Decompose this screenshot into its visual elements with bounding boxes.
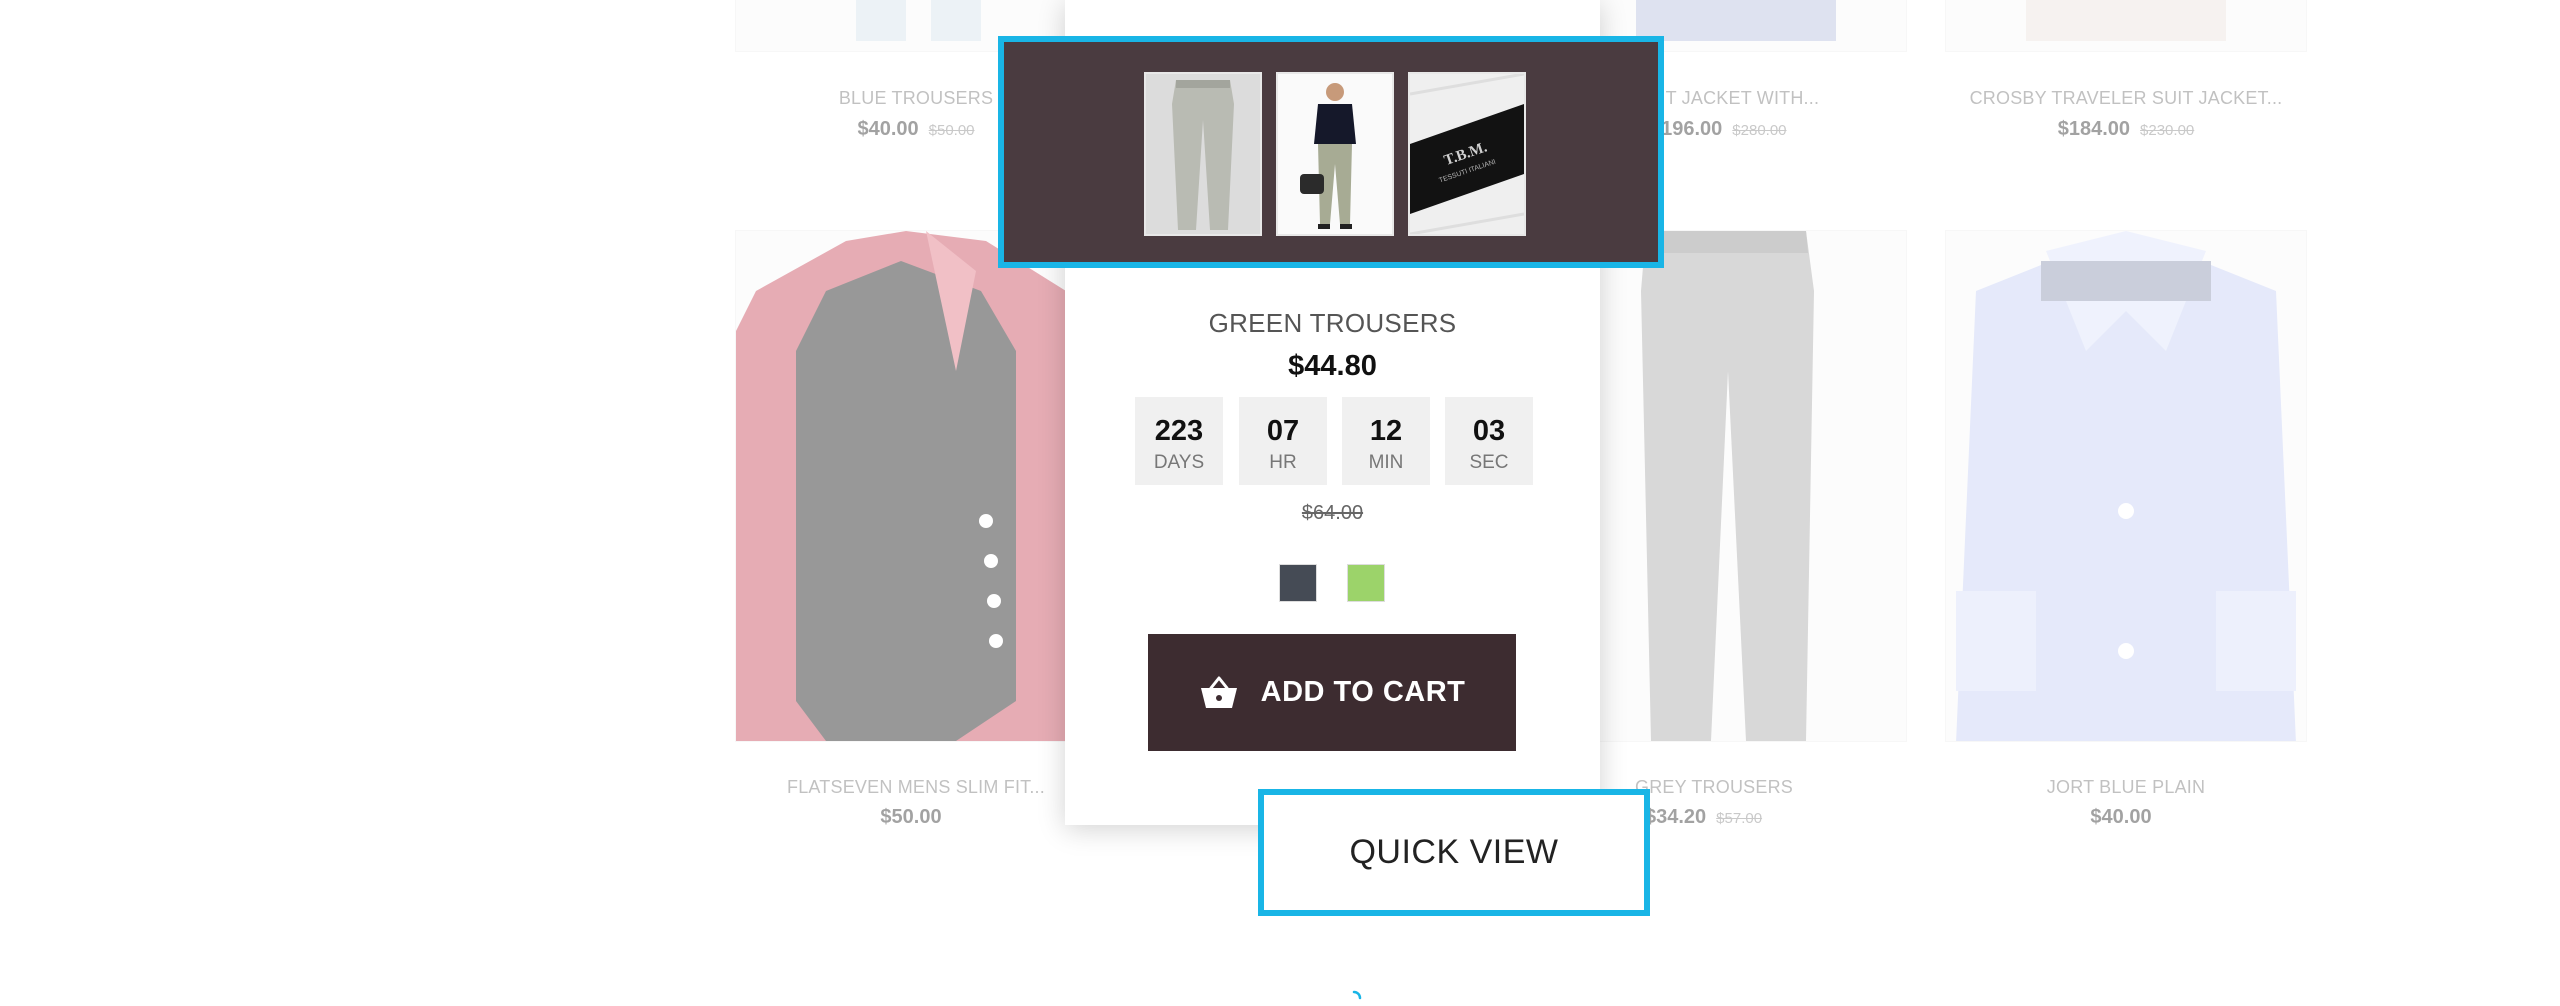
loading-spinner-icon xyxy=(1352,990,1362,1000)
countdown-days-label: DAYS xyxy=(1153,452,1205,473)
blue-shirt-image xyxy=(1956,231,2296,741)
color-swatch-green[interactable] xyxy=(1347,564,1385,602)
countdown-minutes: 12 MIN xyxy=(1342,397,1430,485)
countdown-seconds: 03 SEC xyxy=(1445,397,1533,485)
countdown-hours-value: 07 xyxy=(1266,415,1300,447)
product-image[interactable] xyxy=(735,230,1097,742)
countdown-seconds-value: 03 xyxy=(1472,415,1506,447)
thumbnail-model-walking[interactable] xyxy=(1276,72,1394,236)
quick-view-label: QUICK VIEW xyxy=(1349,833,1559,871)
suit-jacket-image xyxy=(2026,0,2226,41)
countdown-days-value: 223 xyxy=(1154,415,1204,447)
countdown-minutes-label: MIN xyxy=(1368,452,1404,473)
fabric-label-image: T.B.M. TESSUTI ITALIANI xyxy=(1410,74,1524,234)
current-price: $40.00 xyxy=(857,118,919,140)
product-price: $40.00 xyxy=(1945,806,2307,829)
current-price: $40.00 xyxy=(2090,806,2152,828)
vest-image xyxy=(736,231,1096,741)
product-price: $50.00 xyxy=(735,806,1097,829)
grey-trousers-image xyxy=(1641,231,1814,741)
old-price: $64.00 xyxy=(1301,502,1364,524)
countdown-seconds-label: SEC xyxy=(1469,452,1509,473)
product-price: $184.00 $230.00 xyxy=(1945,118,2307,141)
old-price: $230.00 xyxy=(2140,122,2195,139)
countdown-hours-label: HR xyxy=(1269,452,1297,473)
thumbnail-fabric-label[interactable]: T.B.M. TESSUTI ITALIANI xyxy=(1408,72,1526,236)
trousers-front-image xyxy=(1146,74,1260,234)
color-swatch-slate[interactable] xyxy=(1279,564,1317,602)
product-title[interactable]: FLATSEVEN MENS SLIM FIT... xyxy=(735,777,1097,798)
product-title[interactable]: JORT BLUE PLAIN xyxy=(1945,777,2307,798)
current-price: $34.20 xyxy=(1645,806,1707,828)
product-title[interactable]: SUIT JACKET WITH... xyxy=(1635,88,1907,109)
thumbnail-trousers-front[interactable] xyxy=(1144,72,1262,236)
countdown-days: 223 DAYS xyxy=(1135,397,1223,485)
add-to-cart-label: ADD TO CART xyxy=(1260,676,1466,708)
old-price: $50.00 xyxy=(928,122,975,139)
product-title[interactable]: GREEN TROUSERS xyxy=(1065,308,1600,339)
old-price: $57.00 xyxy=(1716,810,1763,827)
current-price: $184.00 xyxy=(2057,118,2131,140)
current-price: $50.00 xyxy=(880,806,942,828)
countdown-hours: 07 HR xyxy=(1239,397,1327,485)
old-price: $280.00 xyxy=(1732,122,1787,139)
basket-icon xyxy=(1200,676,1237,708)
product-thumbnail-gallery: T.B.M. TESSUTI ITALIANI xyxy=(998,36,1664,268)
countdown-minutes-value: 12 xyxy=(1369,415,1403,447)
quick-view-button[interactable]: QUICK VIEW xyxy=(1258,789,1650,916)
add-to-cart-button[interactable]: ADD TO CART xyxy=(1148,634,1516,751)
product-price: $44.80 xyxy=(1288,350,1377,382)
product-price: $196.00 $280.00 xyxy=(1650,118,1907,141)
product-image[interactable] xyxy=(1945,230,2307,742)
product-image[interactable] xyxy=(1945,0,2307,52)
product-title[interactable]: CROSBY TRAVELER SUIT JACKET... xyxy=(1945,88,2307,109)
product-price: $34.20 $57.00 xyxy=(1645,806,1907,829)
product-title[interactable]: GREY TROUSERS xyxy=(1635,777,1907,798)
model-walking-image xyxy=(1278,74,1392,234)
